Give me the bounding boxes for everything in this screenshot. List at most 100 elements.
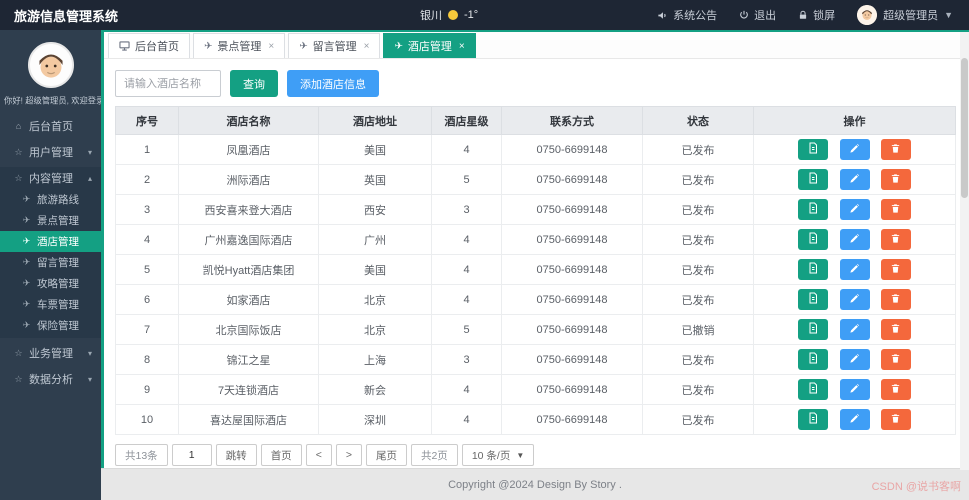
close-icon[interactable]: × (268, 41, 274, 52)
cell-stars: 4 (431, 224, 502, 255)
edit-button[interactable] (839, 349, 870, 370)
logout-button[interactable]: 退出 (739, 7, 776, 23)
view-button[interactable] (798, 319, 829, 340)
edit-button[interactable] (839, 229, 870, 250)
cell-name: 西安喜来登大酒店 (178, 194, 319, 225)
sidebar-item-用户管理[interactable]: ☆ 用户管理 ▾ (0, 141, 101, 163)
username: 超级管理员 (883, 10, 939, 22)
cell-name: 喜达屋国际酒店 (178, 404, 319, 435)
delete-button[interactable] (880, 349, 911, 370)
close-icon[interactable]: × (459, 41, 465, 52)
view-button[interactable] (798, 259, 829, 280)
table-row: 6 如家酒店 北京 4 0750-6699148 已发布 (115, 284, 956, 315)
view-button[interactable] (798, 409, 829, 430)
sidebar-item-旅游路线[interactable]: ✈ 旅游路线 (0, 189, 101, 210)
trash-icon (890, 292, 901, 307)
delete-button[interactable] (880, 289, 911, 310)
plane-icon: ✈ (22, 257, 31, 267)
view-button[interactable] (798, 169, 829, 190)
delete-button[interactable] (880, 229, 911, 250)
page-size-select[interactable]: 10 条/页 ▼ (461, 444, 535, 466)
sidebar-item-内容管理[interactable]: ☆ 内容管理 ▴ (0, 167, 101, 189)
document-icon (807, 172, 819, 187)
tab-酒店管理[interactable]: ✈ 酒店管理 × (383, 33, 476, 58)
cell-address: 英国 (318, 164, 432, 195)
cell-no: 9 (115, 374, 179, 405)
cell-stars: 4 (431, 284, 502, 315)
view-button[interactable] (798, 229, 829, 250)
cell-address: 新会 (318, 374, 432, 405)
hotel-name-search-input[interactable] (115, 70, 221, 97)
cell-no: 4 (115, 224, 179, 255)
table-row: 2 洲际酒店 英国 5 0750-6699148 已发布 (115, 164, 956, 195)
view-button[interactable] (798, 379, 829, 400)
view-button[interactable] (798, 199, 829, 220)
tab-label: 景点管理 (217, 41, 262, 53)
cell-operations (753, 314, 956, 345)
pencil-icon (849, 382, 860, 397)
header-actions: 系统公告 退出 锁屏 超级管理员 ▼ (657, 5, 969, 25)
cell-contact: 0750-6699148 (501, 344, 643, 375)
column-header-操作: 操作 (753, 106, 956, 135)
view-button[interactable] (798, 139, 829, 160)
cell-status: 已发布 (642, 284, 754, 315)
delete-button[interactable] (880, 169, 911, 190)
delete-button[interactable] (880, 259, 911, 280)
delete-button[interactable] (880, 379, 911, 400)
vertical-scrollbar[interactable] (960, 32, 969, 470)
cell-operations (753, 134, 956, 165)
user-menu[interactable]: 超级管理员 ▼ (857, 5, 953, 25)
last-page-button[interactable]: 尾页 (365, 444, 407, 466)
scrollbar-thumb[interactable] (961, 58, 968, 198)
edit-button[interactable] (839, 409, 870, 430)
sidebar-item-数据分析[interactable]: ☆ 数据分析 ▾ (0, 368, 101, 390)
tab-后台首页[interactable]: 后台首页 (108, 33, 190, 58)
delete-button[interactable] (880, 139, 911, 160)
edit-button[interactable] (839, 289, 870, 310)
speaker-icon (657, 10, 668, 21)
sidebar-item-保险管理[interactable]: ✈ 保险管理 (0, 315, 101, 336)
sidebar-avatar (27, 42, 74, 88)
lock-icon (798, 10, 808, 20)
sun-icon (448, 10, 458, 20)
edit-button[interactable] (839, 199, 870, 220)
view-button[interactable] (798, 289, 829, 310)
sidebar-item-酒店管理[interactable]: ✈ 酒店管理 (0, 231, 101, 252)
sidebar-item-攻略管理[interactable]: ✈ 攻略管理 (0, 273, 101, 294)
sidebar-item-后台首页[interactable]: ⌂ 后台首页 (0, 115, 101, 137)
copyright-text: Copyright @2024 Design By Story . (448, 478, 622, 491)
cell-operations (753, 224, 956, 255)
delete-button[interactable] (880, 409, 911, 430)
sidebar-item-景点管理[interactable]: ✈ 景点管理 (0, 210, 101, 231)
view-button[interactable] (798, 349, 829, 370)
tab-label: 留言管理 (312, 41, 357, 53)
edit-button[interactable] (839, 319, 870, 340)
edit-button[interactable] (839, 169, 870, 190)
edit-button[interactable] (839, 139, 870, 160)
lock-screen-button[interactable]: 锁屏 (798, 7, 835, 23)
app-window: 旅游信息管理系统 银川 -1° 系统公告 退出 锁屏 超级管理员 ▼ 你好! 超… (0, 0, 969, 500)
announcement-button[interactable]: 系统公告 (657, 7, 717, 23)
delete-button[interactable] (880, 199, 911, 220)
table-row: 7 北京国际饭店 北京 5 0750-6699148 已撤销 (115, 314, 956, 345)
tab-景点管理[interactable]: ✈ 景点管理 × (193, 33, 286, 58)
prev-page-button[interactable]: < (305, 444, 332, 466)
sidebar-subitem-label: 留言管理 (37, 257, 79, 269)
add-hotel-button[interactable]: 添加酒店信息 (287, 70, 379, 97)
weather-widget: 银川 -1° (420, 7, 478, 23)
jump-button[interactable]: 跳转 (215, 444, 257, 466)
sidebar-item-留言管理[interactable]: ✈ 留言管理 (0, 252, 101, 273)
plane-icon: ✈ (204, 40, 213, 52)
tab-留言管理[interactable]: ✈ 留言管理 × (288, 33, 381, 58)
sidebar-item-业务管理[interactable]: ☆ 业务管理 ▾ (0, 342, 101, 364)
edit-button[interactable] (839, 259, 870, 280)
cell-address: 西安 (318, 194, 432, 225)
close-icon[interactable]: × (364, 41, 370, 52)
search-button[interactable]: 查询 (230, 70, 278, 97)
delete-button[interactable] (880, 319, 911, 340)
next-page-button[interactable]: > (335, 444, 362, 466)
edit-button[interactable] (839, 379, 870, 400)
sidebar-item-车票管理[interactable]: ✈ 车票管理 (0, 294, 101, 315)
first-page-button[interactable]: 首页 (260, 444, 302, 466)
page-number-input[interactable] (171, 444, 212, 466)
